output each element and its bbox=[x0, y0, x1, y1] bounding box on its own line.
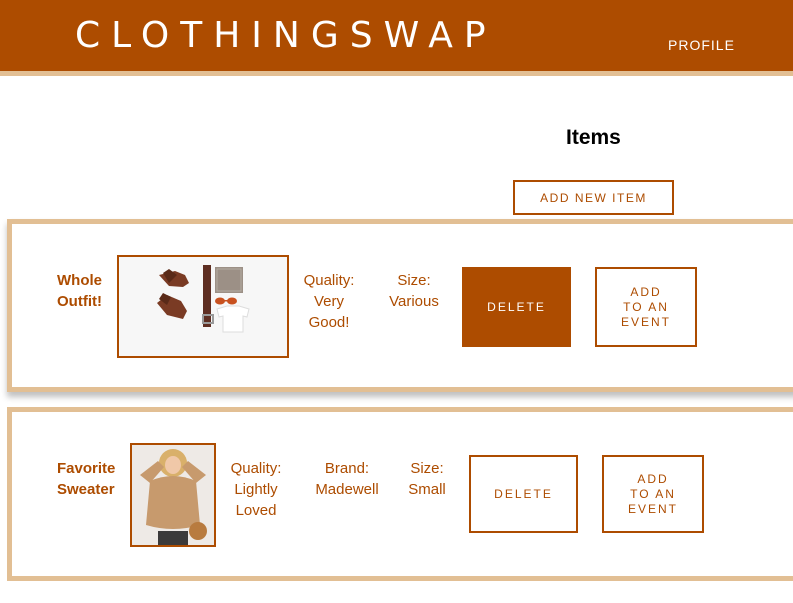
brand-label: Brand: bbox=[324, 460, 370, 477]
add-to-event-label: EVENT bbox=[627, 501, 678, 516]
size-label: Size: bbox=[410, 460, 444, 477]
add-to-event-button[interactable]: ADD TO AN EVENT bbox=[595, 267, 697, 347]
item-name-line: Sweater bbox=[57, 481, 115, 498]
quality-field: Quality: Very Good! bbox=[302, 270, 356, 333]
page-title: Items bbox=[566, 126, 621, 149]
item-card: Whole Outfit! Quality: Very Good! Size: … bbox=[7, 219, 793, 392]
item-card: Favorite Sweater Quality: Lightly Loved … bbox=[7, 407, 793, 581]
item-name-line: Outfit! bbox=[57, 293, 102, 310]
delete-button[interactable]: DELETE bbox=[462, 267, 571, 347]
brand-value: Madewell bbox=[315, 481, 379, 498]
quality-value: Very bbox=[313, 293, 344, 310]
site-header: CLOTHINGSWAP PROFILE bbox=[0, 0, 793, 76]
size-value: Small bbox=[408, 481, 446, 498]
quality-value: Lightly bbox=[234, 481, 278, 498]
quality-label: Quality: bbox=[230, 460, 282, 477]
add-to-event-label: ADD bbox=[630, 284, 662, 299]
delete-button[interactable]: DELETE bbox=[469, 455, 578, 533]
size-field: Size: Small bbox=[403, 458, 451, 500]
add-new-item-button[interactable]: ADD NEW ITEM bbox=[513, 180, 674, 215]
quality-label: Quality: bbox=[303, 272, 355, 289]
add-to-event-label: TO AN bbox=[623, 299, 669, 314]
item-name-line: Whole bbox=[57, 272, 102, 289]
sweater-photo[interactable] bbox=[130, 443, 216, 547]
item-name: Whole Outfit! bbox=[57, 270, 102, 312]
size-value: Various bbox=[389, 293, 439, 310]
add-to-event-button[interactable]: ADD TO AN EVENT bbox=[602, 455, 704, 533]
outfit-flatlay-icon bbox=[119, 257, 287, 356]
add-to-event-label: TO AN bbox=[630, 486, 676, 501]
add-to-event-label: EVENT bbox=[620, 314, 671, 329]
quality-value: Loved bbox=[235, 502, 277, 519]
sweater-model-icon bbox=[132, 445, 214, 545]
size-label: Size: bbox=[397, 272, 431, 289]
add-to-event-label: ADD bbox=[637, 471, 669, 486]
brand-logo[interactable]: CLOTHINGSWAP bbox=[75, 14, 497, 58]
delete-label: DELETE bbox=[494, 486, 553, 501]
delete-label: DELETE bbox=[487, 299, 546, 314]
quality-field: Quality: Lightly Loved bbox=[228, 458, 284, 521]
item-name: Favorite Sweater bbox=[57, 458, 115, 500]
brand-field: Brand: Madewell bbox=[307, 458, 387, 500]
size-field: Size: Various bbox=[383, 270, 445, 312]
item-name-line: Favorite bbox=[57, 460, 116, 477]
profile-link[interactable]: PROFILE bbox=[668, 36, 735, 54]
outfit-photo[interactable] bbox=[117, 255, 289, 358]
quality-value: Good! bbox=[308, 314, 350, 331]
